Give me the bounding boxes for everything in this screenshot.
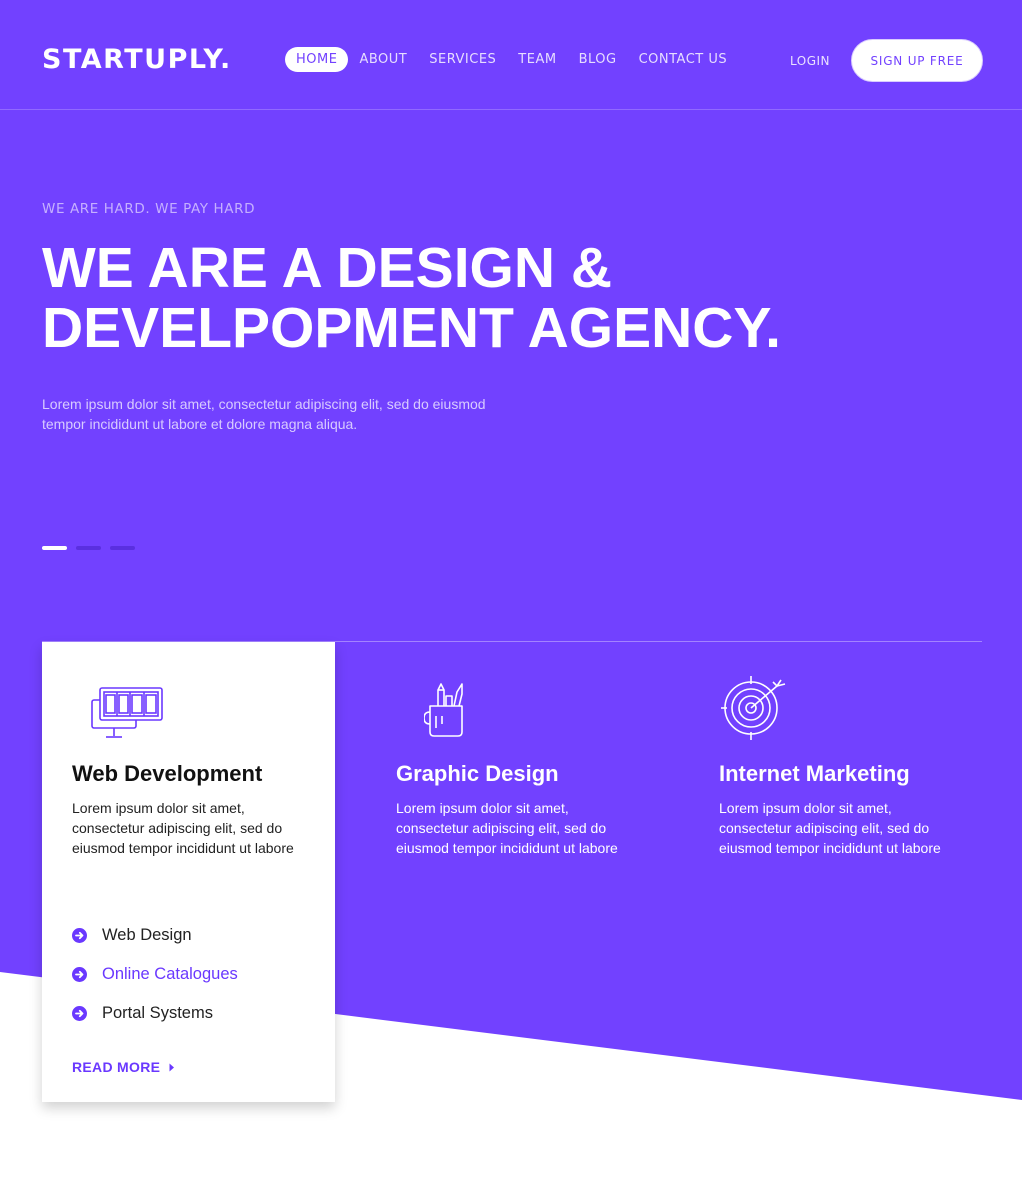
feature-label: Portal Systems	[102, 1004, 213, 1022]
hero-eyebrow: WE ARE HARD. WE PAY HARD	[42, 201, 256, 217]
read-more-link[interactable]: READ MORE	[72, 1059, 175, 1075]
slider-dot-3[interactable]	[110, 546, 135, 550]
feature-online-catalogues[interactable]: Online Catalogues	[72, 955, 238, 994]
nav-team[interactable]: TEAM	[507, 47, 567, 72]
slider-dot-2[interactable]	[76, 546, 101, 550]
nav-contact-us[interactable]: CONTACT US	[628, 47, 739, 72]
service-description: Lorem ipsum dolor sit amet, consectetur …	[72, 800, 294, 856]
feature-portal-systems[interactable]: Portal Systems	[72, 994, 238, 1033]
slider-dot-1[interactable]	[42, 546, 67, 550]
hero-headline: WE ARE A DESIGN & DEVELPOPMENT AGENCY.	[42, 238, 942, 358]
target-icon	[721, 676, 789, 745]
nav-home[interactable]: HOME	[285, 47, 349, 72]
service-title: Web Development	[72, 761, 263, 786]
pencil-cup-icon	[423, 680, 468, 743]
feature-web-design[interactable]: Web Design	[72, 916, 238, 955]
service-title: Graphic Design	[396, 761, 559, 786]
arrow-circle-icon	[72, 967, 87, 982]
site-header: STARTUPLY. HOME ABOUT SERVICES TEAM BLOG…	[0, 0, 1022, 110]
feature-label: Web Design	[102, 926, 192, 944]
arrow-circle-icon	[72, 1006, 87, 1021]
monitor-icon	[90, 686, 164, 747]
feature-label: Online Catalogues	[102, 965, 238, 983]
signup-button[interactable]: SIGN UP FREE	[851, 39, 983, 82]
service-feature-list: Web Design Online Catalogues Portal Syst…	[72, 916, 238, 1033]
login-link[interactable]: LOGIN	[790, 54, 830, 68]
service-description: Lorem ipsum dolor sit amet, consectetur …	[719, 800, 941, 856]
nav-about[interactable]: ABOUT	[348, 47, 418, 72]
nav-services[interactable]: SERVICES	[418, 47, 507, 72]
hero-headline-line1: WE ARE A DESIGN &	[42, 236, 613, 300]
hero-headline-line2: DEVELPOPMENT AGENCY.	[42, 296, 781, 360]
slider-dots	[42, 546, 135, 550]
main-nav: HOME ABOUT SERVICES TEAM BLOG CONTACT US	[285, 47, 738, 72]
arrow-circle-icon	[72, 928, 87, 943]
nav-blog[interactable]: BLOG	[568, 47, 628, 72]
caret-right-icon	[169, 1059, 175, 1075]
service-card-web-development: Web Development Lorem ipsum dolor sit am…	[42, 642, 335, 1102]
service-description: Lorem ipsum dolor sit amet, consectetur …	[396, 800, 618, 856]
logo[interactable]: STARTUPLY.	[42, 44, 232, 75]
read-more-label: READ MORE	[72, 1059, 161, 1075]
service-title: Internet Marketing	[719, 761, 910, 786]
hero-text: Lorem ipsum dolor sit amet, consectetur …	[42, 396, 486, 432]
